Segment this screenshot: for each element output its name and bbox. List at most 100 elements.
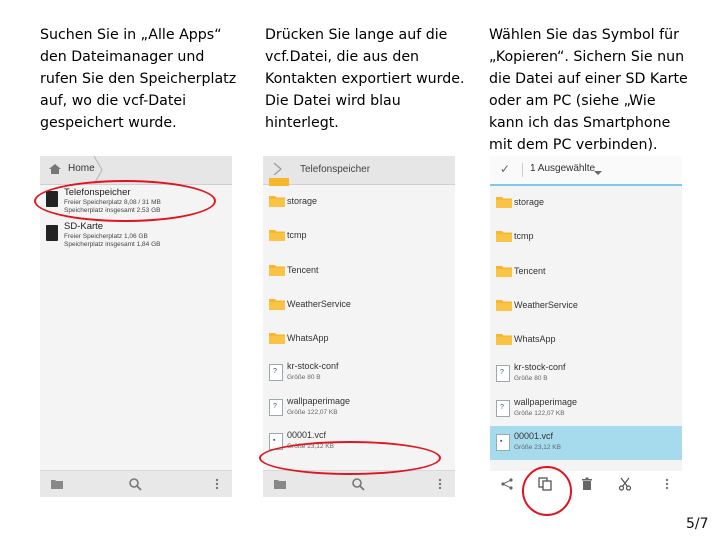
folder-name: WeatherService: [514, 299, 578, 310]
file-list-item[interactable]: WhatsApp: [263, 322, 455, 356]
instruction-line: Kontakten exportiert wurde.: [265, 71, 465, 87]
highlight-circle-vcf-file: [259, 441, 441, 475]
storage-total: Speicherplatz insgesamt 1,84 GB: [64, 241, 161, 248]
folder-icon: [496, 231, 512, 243]
file-icon: ?: [496, 365, 510, 383]
selection-header: ✓ 1 Ausgewählte: [490, 156, 682, 186]
instruction-line: oder am PC (siehe „Wie: [489, 93, 656, 109]
folder-icon: [269, 230, 285, 242]
storage-item-sd[interactable]: SD-Karte Freier Speicherplatz 1,06 GB Sp…: [40, 219, 232, 253]
file-size: Größe 23,12 KB: [514, 444, 561, 452]
folder-icon: [269, 264, 285, 276]
breadcrumb-path[interactable]: Telefonspeicher: [300, 164, 370, 175]
folder-icon: [269, 196, 285, 207]
storage-free: Freier Speicherplatz 1,06 GB: [64, 233, 148, 240]
instruction-line: Drücken Sie lange auf die: [265, 27, 448, 43]
file-size: Größe 80 B: [287, 374, 321, 382]
file-name: wallpaperimage: [287, 395, 351, 406]
selection-count[interactable]: 1 Ausgewählte: [530, 163, 595, 174]
new-folder-icon[interactable]: [273, 477, 287, 491]
chevron-right-icon: [273, 163, 282, 175]
file-icon: ?: [496, 399, 510, 417]
check-icon[interactable]: ✓: [500, 162, 510, 176]
instruction-line: „Kopieren“. Sichern Sie nun: [489, 49, 685, 65]
file-list-item[interactable]: WhatsApp: [490, 323, 682, 357]
folder-name: tcmp: [514, 231, 534, 242]
folder-icon: [496, 265, 512, 277]
bottom-toolbar: [40, 470, 232, 497]
screenshot-selection-mode: ✓ 1 Ausgewählte storage tcmp Tencent Weathe…: [490, 156, 682, 497]
instruction-line: vcf.Datei, die aus den: [265, 49, 420, 65]
file-list-item[interactable]: tcmp: [490, 220, 682, 254]
file-size: Größe 122,07 KB: [514, 409, 565, 417]
file-list-item[interactable]: tcmp: [263, 219, 455, 253]
file-list-item[interactable]: ? wallpaperimage Größe 122,07 KB: [263, 391, 455, 425]
more-menu-icon[interactable]: [433, 477, 447, 491]
instruction-line: die Datei auf einer SD Karte: [489, 71, 688, 87]
share-icon[interactable]: [500, 477, 514, 491]
highlight-circle-storage: [34, 180, 216, 222]
file-size: Größe 80 B: [514, 375, 548, 383]
file-name: 00001.vcf: [514, 431, 554, 442]
dropdown-caret-icon[interactable]: [594, 171, 602, 175]
file-icon: ?: [269, 398, 283, 416]
folder-icon: [496, 334, 512, 346]
file-icon: ?: [269, 364, 283, 382]
file-list-item[interactable]: storage: [490, 186, 682, 220]
file-list-item[interactable]: WeatherService: [263, 288, 455, 322]
action-toolbar: [490, 471, 682, 497]
file-name: 00001.vcf: [287, 430, 327, 441]
folder-name: storage: [514, 197, 545, 207]
instruction-line: den Dateimanager und: [40, 49, 205, 65]
breadcrumb-home[interactable]: Home: [68, 163, 95, 174]
cut-icon[interactable]: [618, 477, 632, 491]
highlight-circle-copy-button: [522, 466, 572, 516]
instruction-line: mit dem PC verbinden).: [489, 137, 658, 153]
file-list-item[interactable]: Tencent: [490, 255, 682, 289]
divider: [522, 163, 523, 177]
folder-name: WeatherService: [287, 298, 351, 309]
file-list-item[interactable]: WeatherService: [490, 289, 682, 323]
file-list-item[interactable]: ? kr-stock-conf Größe 80 B: [490, 357, 682, 391]
more-menu-icon[interactable]: [210, 477, 224, 491]
folder-name: tcmp: [287, 230, 307, 241]
home-icon[interactable]: [48, 163, 62, 175]
search-icon[interactable]: [128, 477, 142, 491]
new-folder-icon[interactable]: [50, 477, 64, 491]
instruction-line: rufen Sie den Speicherplatz: [40, 71, 237, 87]
folder-name: Tencent: [287, 264, 319, 275]
vcf-file-icon: ▪: [496, 434, 510, 452]
breadcrumb: Telefonspeicher: [263, 156, 455, 186]
file-name: kr-stock-conf: [514, 362, 566, 373]
instruction-line: Wählen Sie das Symbol für: [489, 27, 679, 43]
folder-name: WhatsApp: [287, 333, 329, 344]
search-icon[interactable]: [351, 477, 365, 491]
more-menu-icon[interactable]: [660, 477, 674, 491]
folder-name: storage: [287, 196, 318, 206]
trash-icon[interactable]: [580, 477, 594, 491]
instruction-step-1: Suchen Sie in „Alle Apps“ den Dateimanag…: [40, 24, 236, 134]
instruction-line: auf, wo die vcf-Datei: [40, 93, 187, 109]
folder-icon: [269, 333, 285, 345]
file-list-item[interactable]: ? kr-stock-conf Größe 80 B: [263, 356, 455, 390]
instruction-line: Die Datei wird blau: [265, 93, 401, 109]
instruction-line: kann ich das Smartphone: [489, 115, 671, 131]
instruction-line: hinterlegt.: [265, 115, 339, 131]
file-list-item[interactable]: ▪ 00001.vcf Größe 23,12 KB: [490, 426, 682, 461]
folder-icon: [269, 298, 285, 310]
file-list-item[interactable]: storage: [263, 185, 455, 219]
folder-icon: [496, 299, 512, 311]
instruction-step-2: Drücken Sie lange auf die vcf.Datei, die…: [265, 24, 465, 134]
page-number: 5/7: [686, 516, 709, 532]
instruction-line: Suchen Sie in „Alle Apps“: [40, 27, 222, 43]
file-list-item[interactable]: ? wallpaperimage Größe 122,07 KB: [490, 392, 682, 426]
file-size: Größe 122,07 KB: [287, 408, 338, 416]
file-name: kr-stock-conf: [287, 361, 339, 372]
file-name: wallpaperimage: [514, 396, 578, 407]
file-list-item[interactable]: Tencent: [263, 254, 455, 288]
folder-name: Tencent: [514, 265, 546, 276]
instruction-step-3: Wählen Sie das Symbol für „Kopieren“. Si…: [489, 24, 688, 156]
instruction-line: gespeichert wurde.: [40, 115, 177, 131]
storage-name: SD-Karte: [64, 221, 104, 232]
folder-name: WhatsApp: [514, 334, 556, 345]
